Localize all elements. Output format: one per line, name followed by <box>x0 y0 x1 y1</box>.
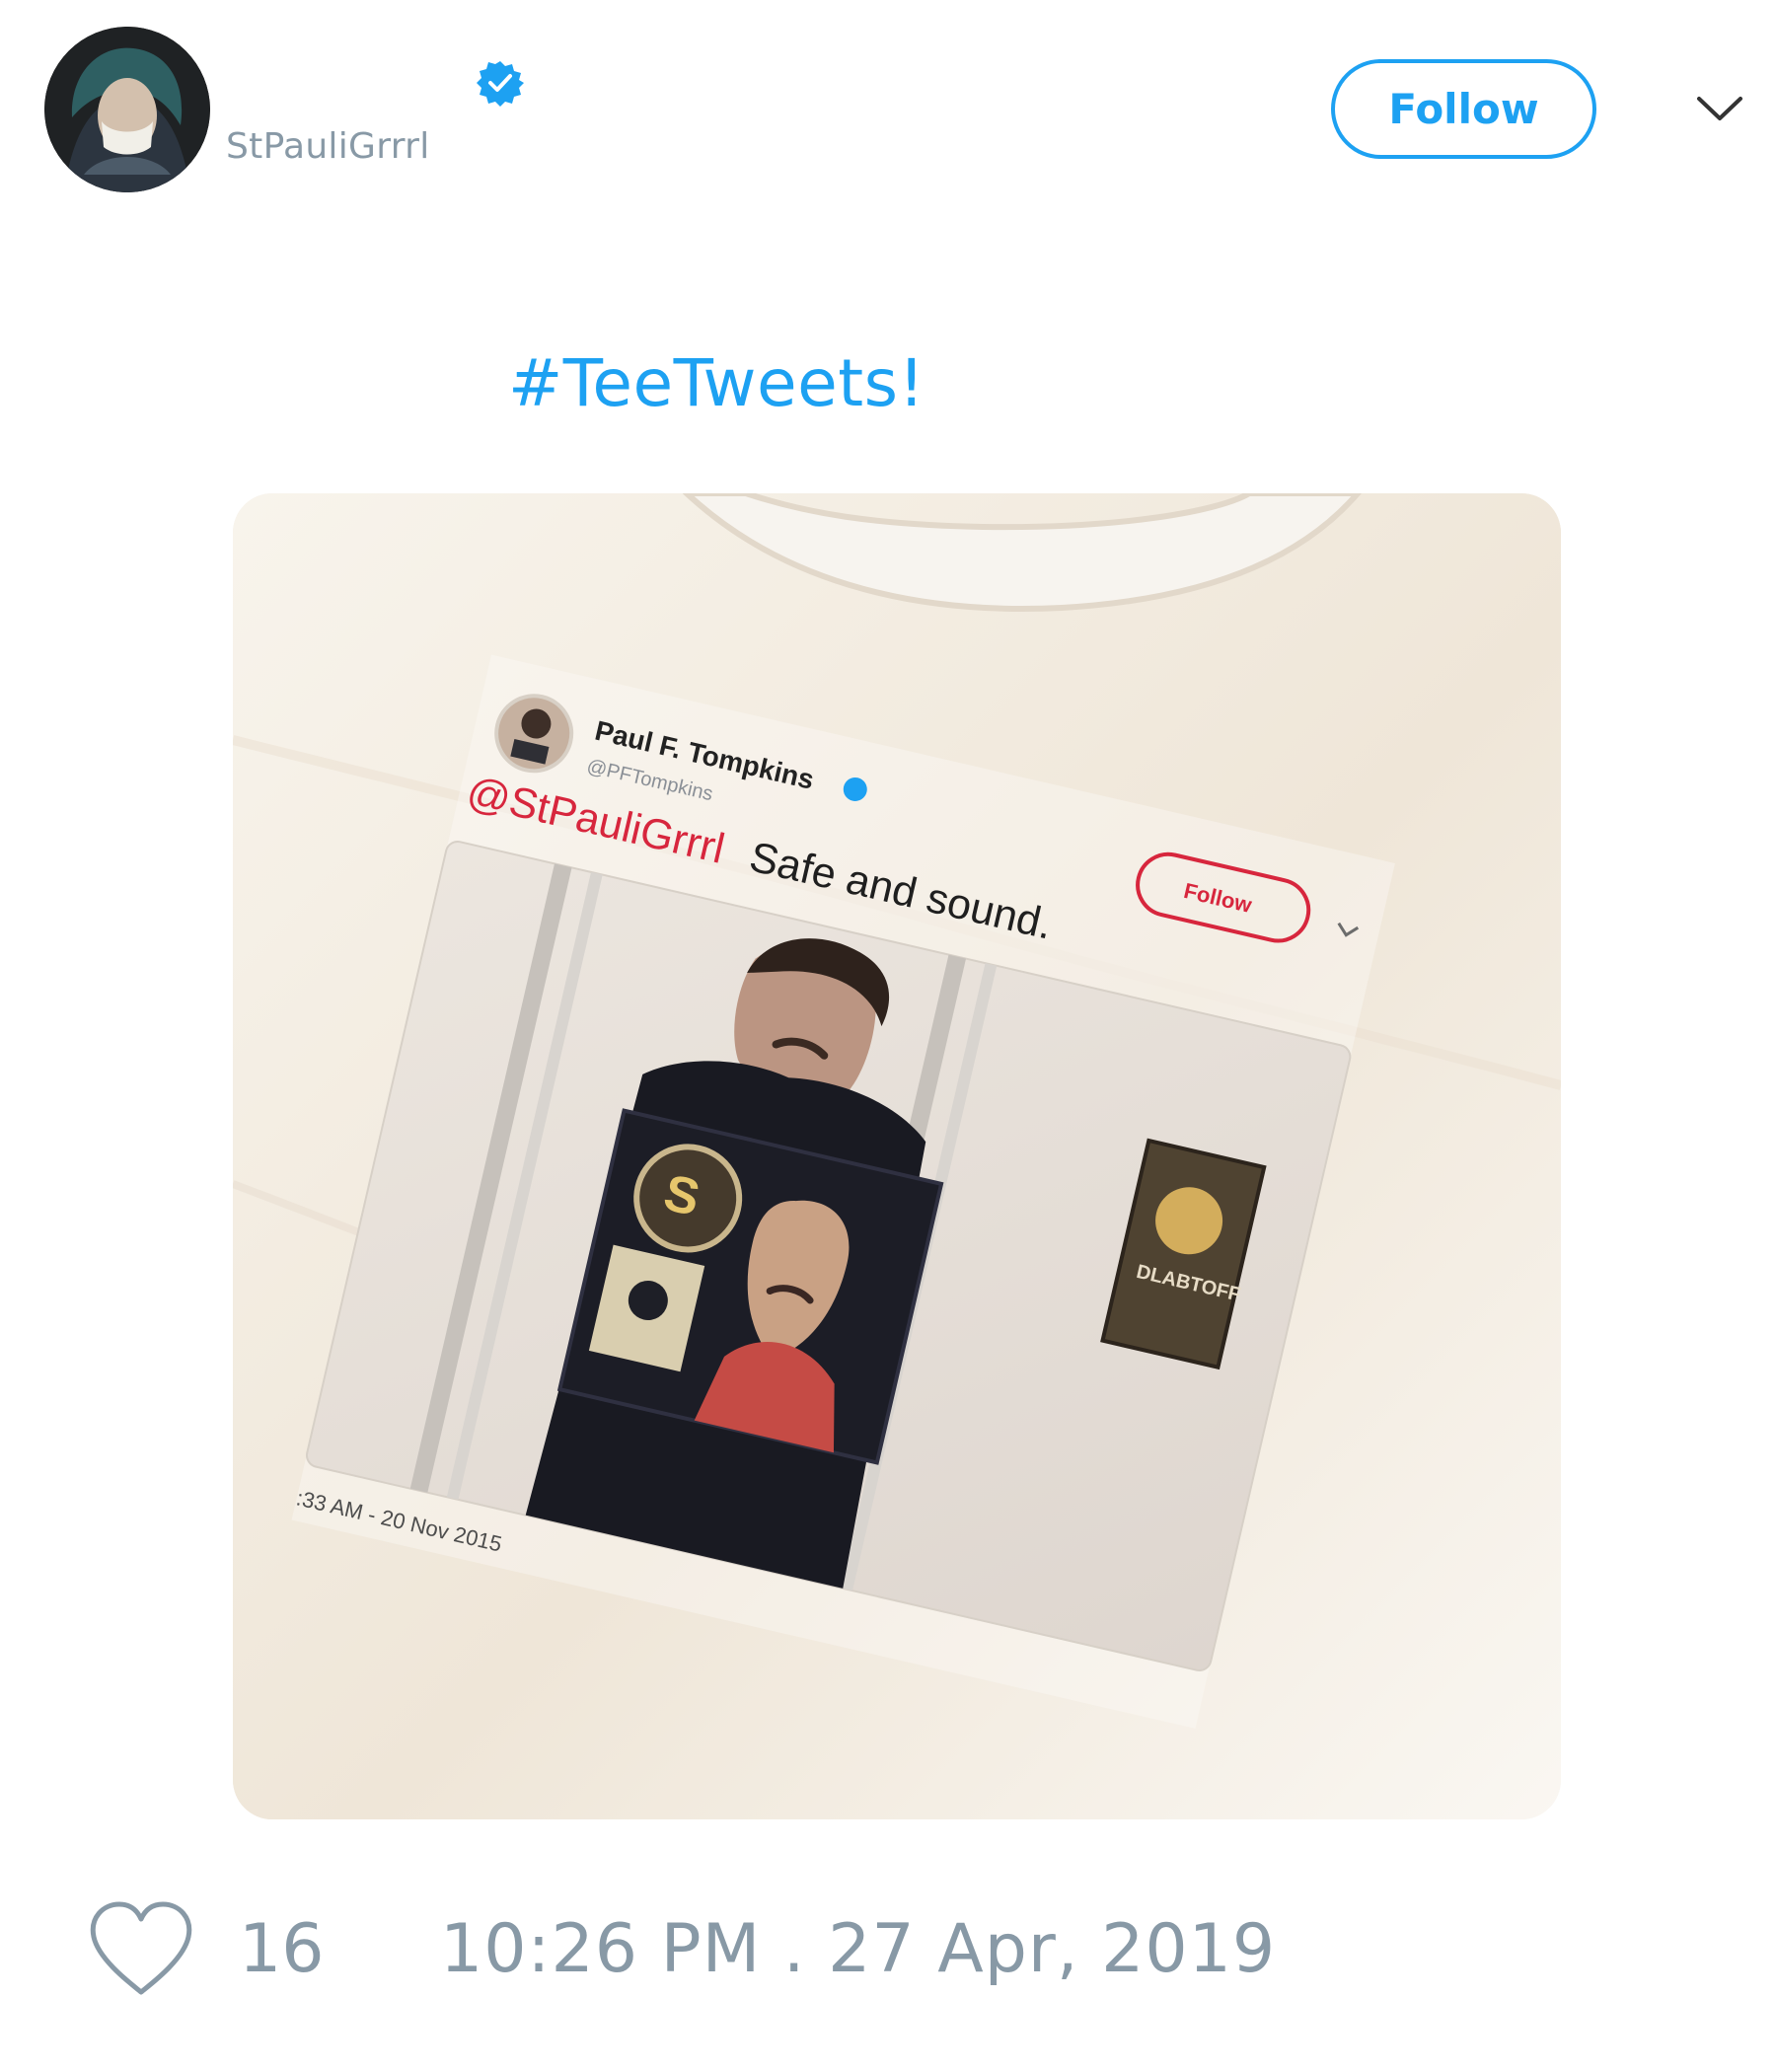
avatar[interactable] <box>44 27 210 192</box>
chevron-down-icon[interactable] <box>1695 91 1744 125</box>
tweet-media[interactable]: Paul F. Tompkins @PFTompkins Follow @StP… <box>233 493 1561 1819</box>
verified-badge-icon <box>477 61 524 107</box>
heart-icon[interactable] <box>87 1899 195 1998</box>
username[interactable]: StPauliGrrrl <box>226 126 430 167</box>
timestamp[interactable]: 10:26 PM . 27 Apr, 2019 <box>440 1899 1276 1998</box>
likes-row[interactable]: 16 <box>87 1899 325 1998</box>
tweet-text[interactable]: #TeeTweets! <box>508 345 925 421</box>
like-count[interactable]: 16 <box>239 1910 325 1988</box>
follow-button[interactable]: Follow <box>1331 59 1596 159</box>
